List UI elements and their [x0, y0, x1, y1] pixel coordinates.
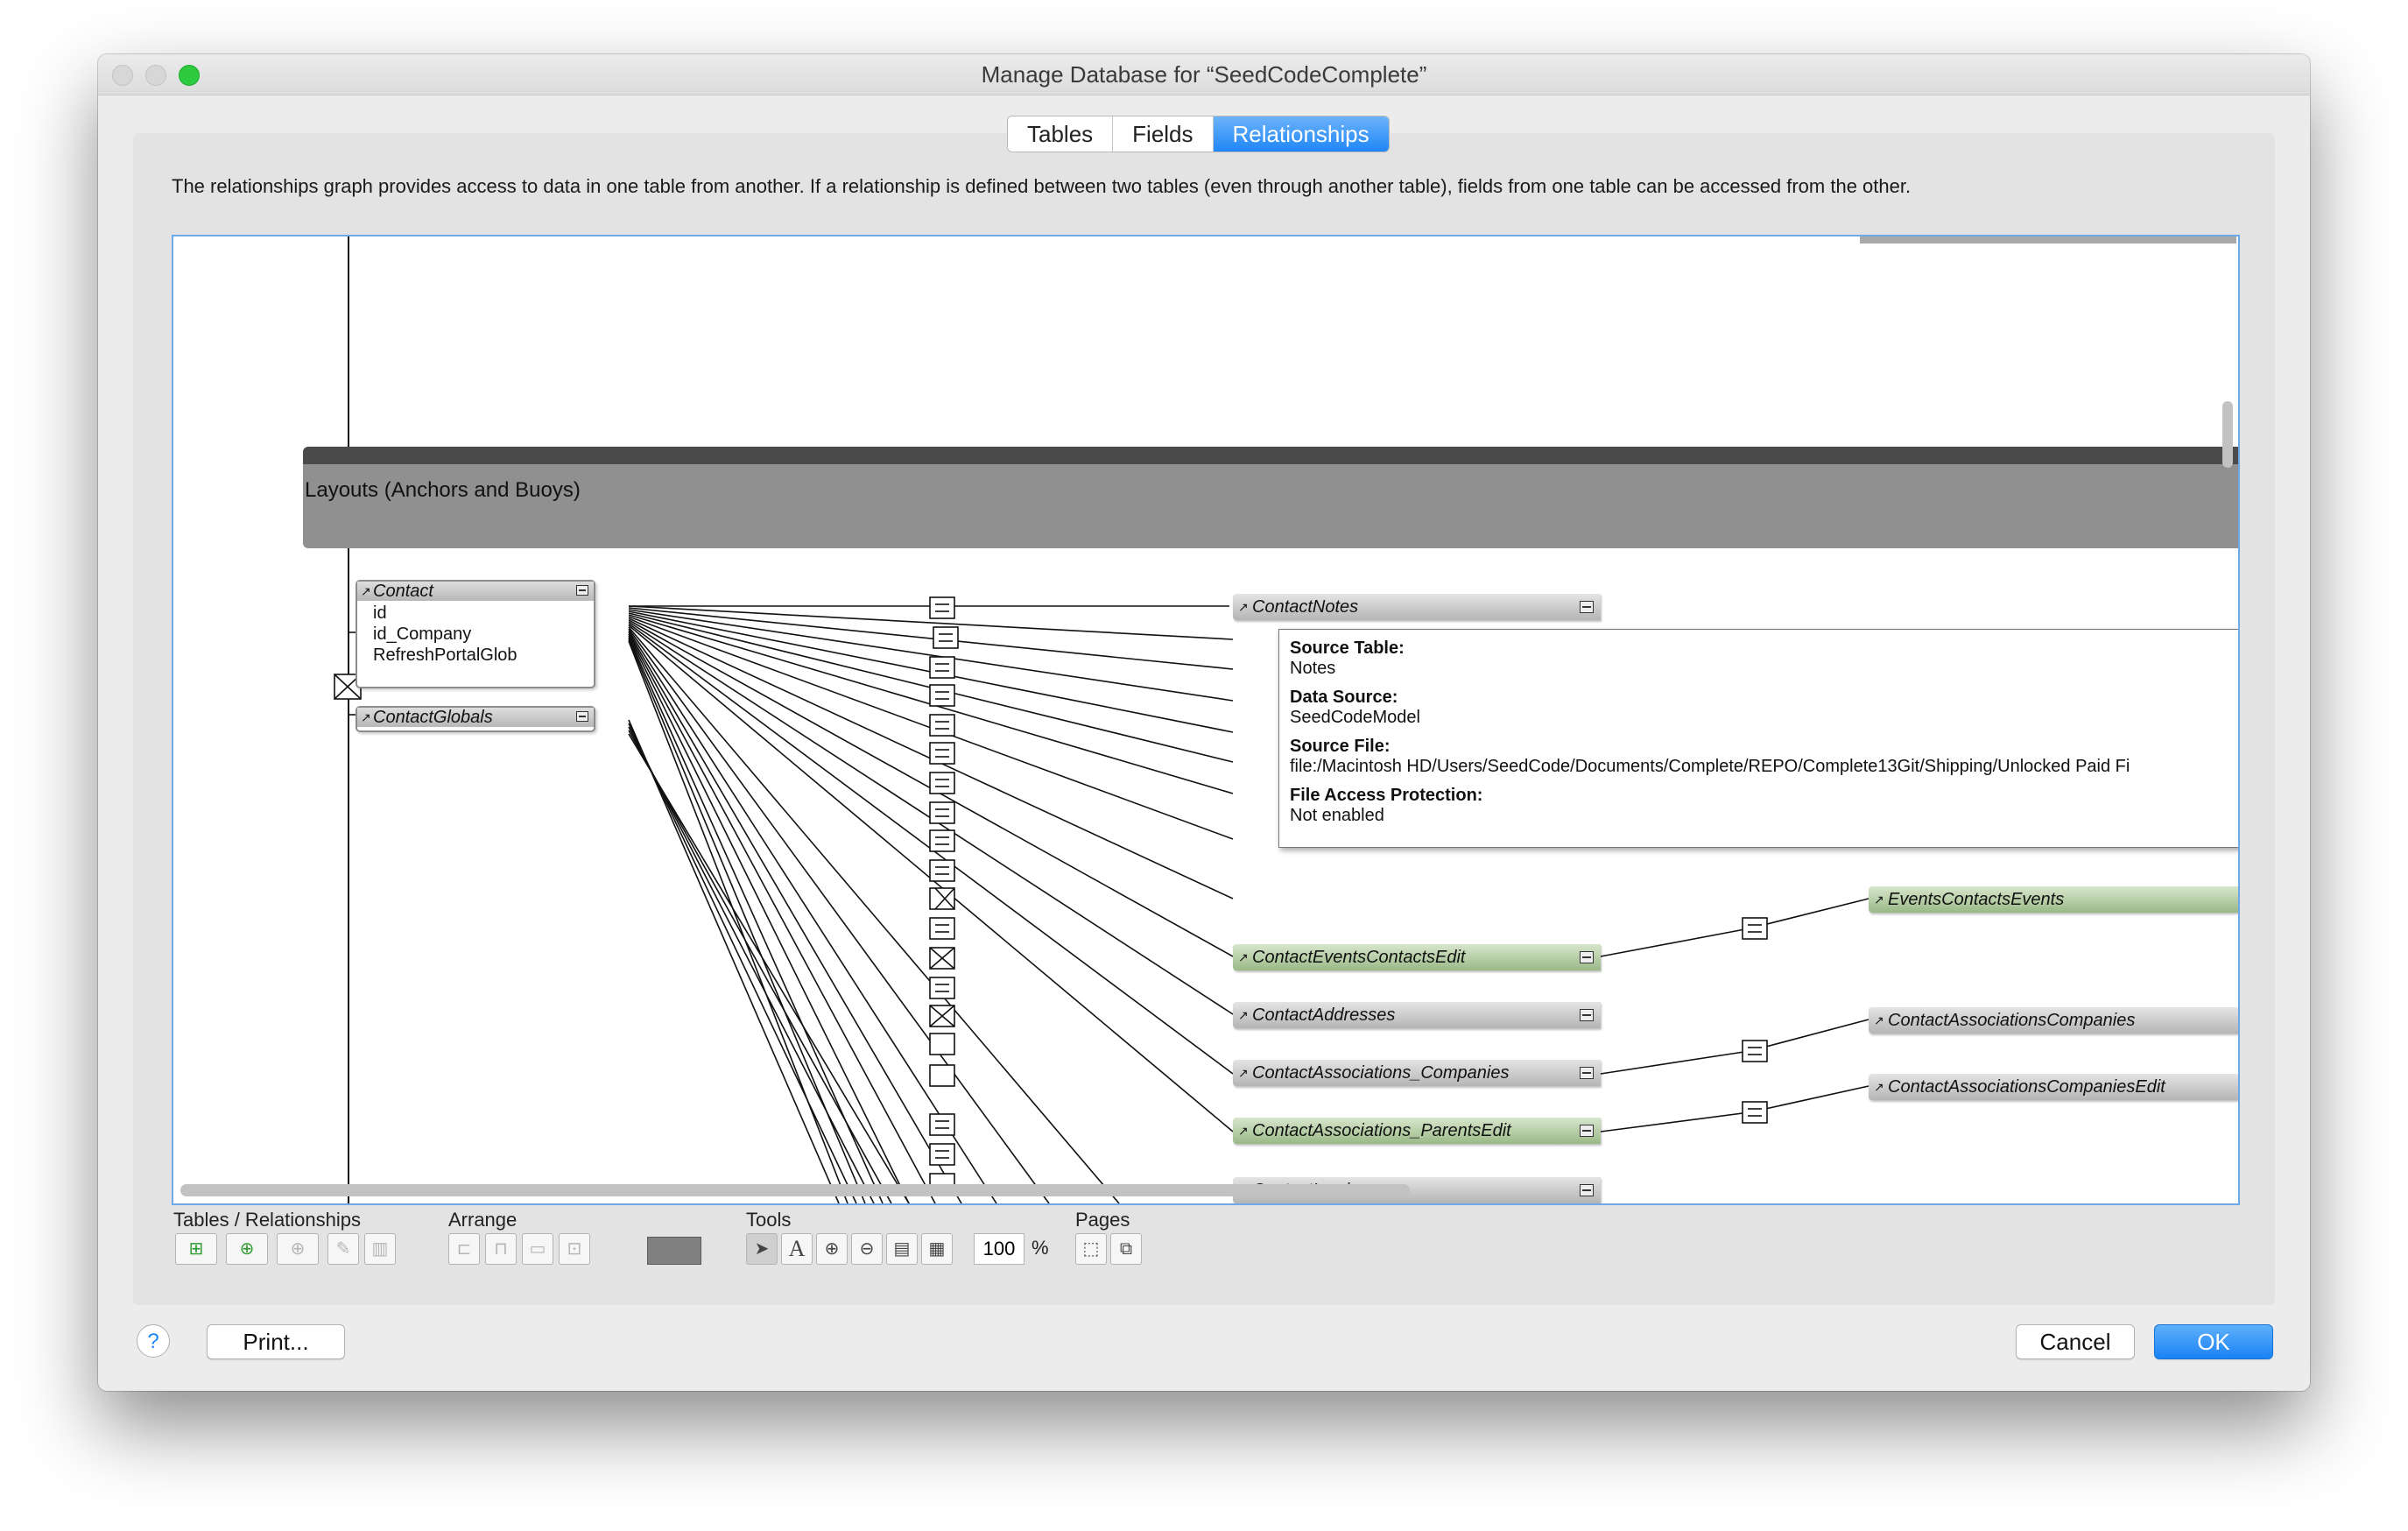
- ok-button[interactable]: OK: [2154, 1324, 2273, 1359]
- collapse-icon[interactable]: [1580, 1009, 1594, 1021]
- table-contact-associations-companies[interactable]: ↗ ContactAssociations_Companies: [1233, 1060, 1601, 1086]
- contact-globals-name: ContactGlobals: [373, 708, 493, 727]
- tab-tables[interactable]: Tables: [1008, 116, 1114, 152]
- tables-relationships-label: Tables / Relationships: [173, 1209, 362, 1231]
- table-arrow-icon: ↗: [1874, 1080, 1884, 1094]
- table-info-tooltip: Source Table: Notes Data Source: SeedCod…: [1278, 629, 2238, 848]
- field-id: id: [373, 603, 387, 623]
- table-name: ContactAssociations_Companies: [1252, 1063, 1510, 1083]
- zoom-out-icon[interactable]: ⊖: [851, 1233, 883, 1265]
- arrange-icon[interactable]: ⊡: [559, 1233, 590, 1265]
- table-arrow-icon: ↗: [361, 584, 371, 598]
- collapse-icon[interactable]: [1580, 1125, 1594, 1137]
- table-name: ContactAssociationsCompaniesEdit: [1888, 1077, 2165, 1097]
- contact-globals-header: ↗ ContactGlobals: [357, 708, 594, 727]
- collapse-icon[interactable]: [1580, 951, 1594, 963]
- offscreen-table: [1860, 236, 2236, 243]
- tools-label: Tools: [746, 1209, 792, 1231]
- tooltip-protection-label: File Access Protection:: [1290, 786, 1483, 805]
- horizontal-scrollbar[interactable]: [180, 1184, 1410, 1196]
- tooltip-source-file: file:/Macintosh HD/Users/SeedCode/Docume…: [1290, 757, 2130, 776]
- add-relationship-icon[interactable]: ⊕: [226, 1233, 268, 1265]
- tooltip-protection: Not enabled: [1290, 806, 1384, 825]
- table-events-contacts-events[interactable]: ↗ EventsContactsEvents: [1869, 886, 2238, 913]
- table-contact-notes[interactable]: ↗ ContactNotes: [1233, 594, 1601, 620]
- layout-group-header[interactable]: [303, 447, 2238, 548]
- tooltip-data-source: SeedCodeModel: [1290, 708, 1420, 727]
- arrange-label: Arrange: [448, 1209, 518, 1231]
- contact-field-list: id id_Company RefreshPortalGlob: [357, 601, 594, 669]
- layout-group-label: Layouts (Anchors and Buoys): [305, 478, 581, 502]
- table-arrow-icon: ↗: [1238, 1008, 1249, 1022]
- field-refresh-portal-glob: RefreshPortalGlob: [373, 646, 518, 665]
- show-relationships-icon[interactable]: ▦: [921, 1233, 953, 1265]
- collapse-icon[interactable]: [1580, 601, 1594, 613]
- zoom-unit: %: [1031, 1237, 1049, 1259]
- page-breaks-icon[interactable]: ⧉: [1110, 1233, 1142, 1265]
- tab-fields[interactable]: Fields: [1113, 116, 1214, 152]
- delete-icon[interactable]: ▥: [364, 1233, 396, 1265]
- resize-icon[interactable]: ▭: [522, 1233, 553, 1265]
- table-name: ContactAddresses: [1252, 1005, 1396, 1025]
- contact-table-header: ↗ Contact: [357, 582, 594, 601]
- tab-bar: Tables Fields Relationships: [1007, 116, 1390, 152]
- pages-label: Pages: [1075, 1209, 1130, 1231]
- contact-table-name: Contact: [373, 582, 433, 601]
- align-icon[interactable]: ⊏: [448, 1233, 480, 1265]
- relationships-graph[interactable]: Layouts (Anchors and Buoys) ↗ Contact id…: [172, 235, 2240, 1205]
- tooltip-source-table: Notes: [1290, 659, 1336, 678]
- add-table-icon[interactable]: ⊞: [175, 1233, 217, 1265]
- distribute-icon[interactable]: ⊓: [485, 1233, 517, 1265]
- table-arrow-icon: ↗: [361, 710, 371, 724]
- tab-relationships[interactable]: Relationships: [1213, 116, 1389, 152]
- tooltip-source-file-label: Source File:: [1290, 737, 1391, 756]
- zoom-level-field[interactable]: 100: [974, 1233, 1024, 1265]
- table-arrow-icon: ↗: [1238, 1066, 1249, 1080]
- table-name: ContactEventsContactsEdit: [1252, 948, 1466, 967]
- duplicate-icon[interactable]: ⊕: [277, 1233, 319, 1265]
- fit-view-icon[interactable]: ▤: [886, 1233, 918, 1265]
- title-bar: Manage Database for “SeedCodeComplete”: [98, 54, 2310, 95]
- text-tool-icon[interactable]: A: [781, 1233, 813, 1265]
- collapse-icon[interactable]: [576, 711, 588, 722]
- contact-table[interactable]: ↗ Contact id id_Company RefreshPortalGlo…: [356, 580, 595, 688]
- tooltip-source-table-label: Source Table:: [1290, 639, 1405, 658]
- field-id-company: id_Company: [373, 624, 472, 644]
- table-contact-addresses[interactable]: ↗ ContactAddresses: [1233, 1002, 1601, 1028]
- edit-icon[interactable]: ✎: [327, 1233, 359, 1265]
- table-name: ContactNotes: [1252, 597, 1359, 617]
- table-arrow-icon: ↗: [1238, 950, 1249, 964]
- table-name: ContactAssociationsCompanies: [1888, 1011, 2136, 1030]
- manage-database-window: Manage Database for “SeedCodeComplete” T…: [98, 54, 2310, 1391]
- table-contact-associations-companies-far[interactable]: ↗ ContactAssociationsCompanies: [1869, 1007, 2238, 1034]
- pointer-icon[interactable]: ➤: [746, 1233, 778, 1265]
- zoom-in-icon[interactable]: ⊕: [816, 1233, 848, 1265]
- vertical-scrollbar[interactable]: [2222, 401, 2233, 468]
- cancel-button[interactable]: Cancel: [2016, 1324, 2135, 1359]
- table-arrow-icon: ↗: [1874, 1013, 1884, 1027]
- collapse-icon[interactable]: [1580, 1067, 1594, 1079]
- color-swatch[interactable]: [647, 1237, 701, 1265]
- relationships-description: The relationships graph provides access …: [172, 175, 1912, 197]
- table-arrow-icon: ↗: [1238, 600, 1249, 614]
- table-contact-associations-parents-edit[interactable]: ↗ ContactAssociations_ParentsEdit: [1233, 1118, 1601, 1144]
- table-name: ContactAssociations_ParentsEdit: [1252, 1121, 1511, 1140]
- table-contact-associations-companies-edit[interactable]: ↗ ContactAssociationsCompaniesEdit: [1869, 1074, 2238, 1100]
- window-title: Manage Database for “SeedCodeComplete”: [981, 61, 1427, 88]
- collapse-icon[interactable]: [576, 585, 588, 596]
- table-arrow-icon: ↗: [1238, 1124, 1249, 1138]
- table-arrow-icon: ↗: [1874, 892, 1884, 907]
- table-contact-events-contacts-edit[interactable]: ↗ ContactEventsContactsEdit: [1233, 944, 1601, 970]
- collapse-icon[interactable]: [1580, 1184, 1594, 1196]
- help-button[interactable]: ?: [137, 1324, 170, 1358]
- tooltip-data-source-label: Data Source:: [1290, 688, 1398, 707]
- print-button[interactable]: Print...: [207, 1324, 345, 1359]
- table-name: EventsContactsEvents: [1888, 890, 2065, 909]
- contact-globals-table[interactable]: ↗ ContactGlobals: [356, 706, 595, 732]
- page-setup-icon[interactable]: ⬚: [1075, 1233, 1107, 1265]
